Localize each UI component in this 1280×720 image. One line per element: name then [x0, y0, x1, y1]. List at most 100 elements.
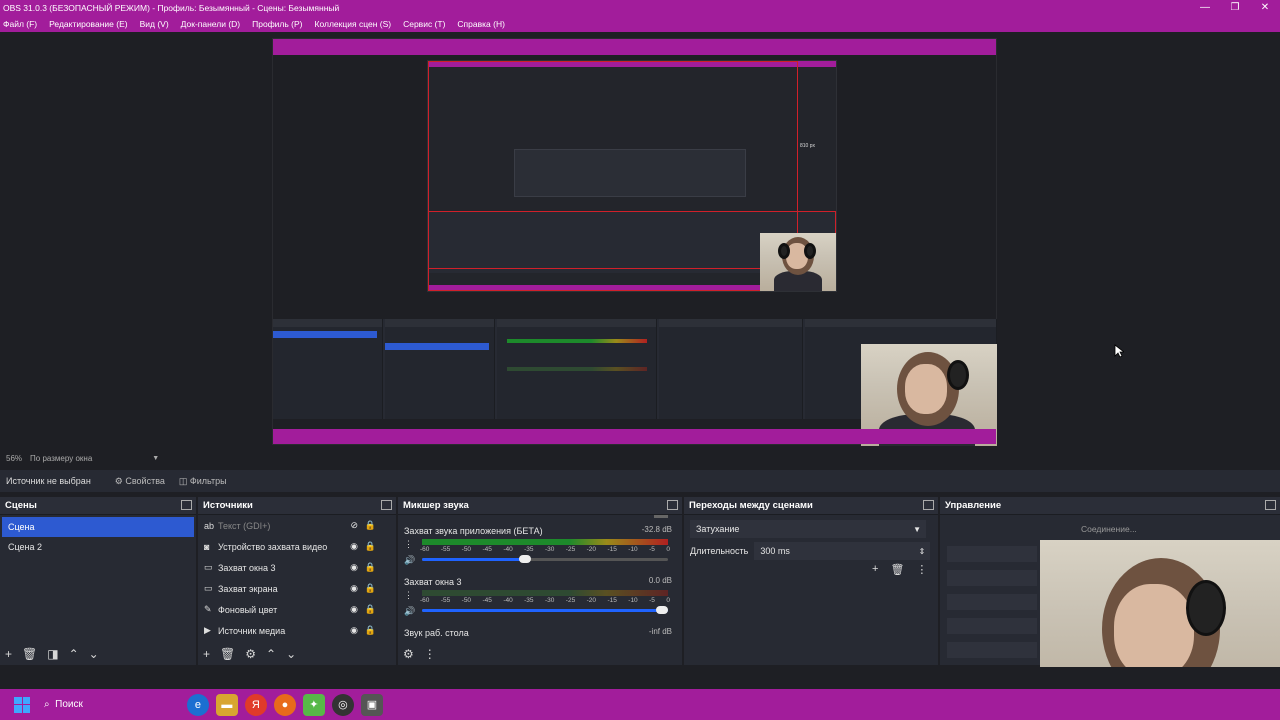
gear-icon: ⚙ — [114, 475, 126, 486]
kebab-menu-icon[interactable]: ⋮ — [404, 539, 413, 550]
sources-dock: Источники ab Текст (GDI+) ⊘ 🔒 ◙ Устройство з… — [198, 497, 396, 665]
duration-spinbox[interactable]: 300 ms ⇕ — [754, 542, 931, 560]
mouse-cursor-icon — [1114, 344, 1124, 358]
zoom-level: 56% — [6, 453, 23, 463]
menu-edit[interactable]: Редактирование (E) — [49, 19, 127, 29]
eye-icon[interactable]: ◉ — [350, 604, 358, 615]
scene-item[interactable]: Сцена — [2, 517, 194, 537]
eye-icon[interactable]: ◉ — [350, 625, 358, 636]
gear-icon[interactable]: ⚙ — [245, 647, 256, 661]
undock-icon[interactable] — [381, 500, 392, 510]
scene-filter-icon[interactable]: ◨ — [47, 647, 58, 661]
audio-mixer-dock: Микшер звука Захват звука приложения (БЕ… — [398, 497, 682, 665]
trash-icon[interactable]: 🗑 — [220, 647, 235, 661]
app-icon[interactable]: ✦ — [302, 693, 325, 716]
spin-arrows-icon: ⇕ — [918, 546, 926, 556]
kebab-menu-icon[interactable]: ⋮ — [916, 563, 927, 576]
eye-icon[interactable]: ◉ — [350, 562, 358, 573]
file-explorer-icon[interactable]: ▬ — [215, 693, 238, 716]
volume-slider[interactable] — [422, 555, 668, 563]
edge-browser-icon[interactable]: e — [186, 693, 209, 716]
undock-icon[interactable] — [181, 500, 192, 510]
undock-icon[interactable] — [667, 500, 678, 510]
add-icon[interactable]: + — [203, 647, 210, 661]
studio-mode-button[interactable] — [947, 618, 1037, 634]
obs-icon[interactable]: ◎ — [331, 693, 354, 716]
taskbar-search[interactable]: ⌕ Поиск — [44, 699, 83, 710]
properties-button[interactable]: ⚙ Свойства — [115, 476, 165, 487]
mixer-channel: Захват звука приложения (БЕТА) -32.8 dB … — [404, 525, 672, 566]
start-streaming-button[interactable] — [947, 546, 1037, 562]
menu-scene-collection[interactable]: Коллекция сцен (S) — [315, 19, 392, 29]
play-icon: ▶ — [204, 625, 211, 635]
close-button[interactable]: ✕ — [1250, 0, 1280, 15]
mixer-channel: Захват окна 3 0.0 dB ⋮ -60 -55 -50 -45 -40 -3… — [404, 576, 672, 617]
trash-icon[interactable]: 🗑 — [22, 647, 37, 661]
add-icon[interactable]: + — [5, 647, 12, 661]
lock-icon[interactable]: 🔒 — [365, 562, 376, 573]
speaker-icon[interactable]: 🔊 — [404, 555, 415, 566]
firefox-icon[interactable]: ● — [273, 693, 296, 716]
scrollbar[interactable] — [654, 515, 668, 518]
yandex-browser-icon[interactable]: Я — [244, 693, 267, 716]
dock-header: Управление — [940, 497, 1280, 515]
volume-meter — [422, 539, 668, 545]
settings-button[interactable] — [947, 642, 1037, 658]
lock-icon[interactable]: 🔒 — [365, 520, 376, 531]
maximize-button[interactable]: ❐ — [1220, 0, 1250, 15]
lock-icon[interactable]: 🔒 — [365, 583, 376, 594]
menu-tools[interactable]: Сервис (T) — [403, 19, 445, 29]
search-icon: ⌕ — [44, 699, 56, 710]
mixer-channel: Звук раб. стола -inf dB — [404, 627, 672, 638]
volume-meter — [422, 590, 668, 596]
lock-icon[interactable]: 🔒 — [365, 541, 376, 552]
trash-icon[interactable]: 🗑 — [890, 563, 904, 576]
eye-icon[interactable]: ◉ — [350, 583, 358, 594]
move-up-icon[interactable]: ⌃ — [69, 647, 79, 661]
advanced-audio-icon[interactable]: ⚙ — [403, 647, 414, 661]
hidden-eye-icon[interactable]: ⊘ — [350, 520, 358, 531]
move-down-icon[interactable]: ⌄ — [89, 647, 99, 661]
meter-scale: -60 -55 -50 -45 -40 -35 -30 -25 -20 -15 -10 -5 0 — [420, 597, 670, 604]
menu-profile[interactable]: Профиль (P) — [252, 19, 302, 29]
status-bar — [0, 667, 1280, 689]
add-icon[interactable]: + — [872, 563, 878, 576]
speaker-icon[interactable]: 🔊 — [404, 606, 415, 617]
kebab-menu-icon[interactable]: ⋮ — [404, 590, 413, 601]
minimize-button[interactable]: — — [1190, 0, 1220, 15]
source-item[interactable]: ▭ Захват экрана ◉ 🔒 — [198, 578, 396, 599]
virtual-camera-button[interactable] — [947, 594, 1037, 610]
filters-button[interactable]: ◫ Фильтры — [179, 476, 227, 487]
chevron-down-icon[interactable]: ▼ — [152, 455, 159, 462]
eye-icon[interactable]: ◉ — [350, 541, 358, 552]
source-item[interactable]: ab Текст (GDI+) ⊘ 🔒 — [198, 515, 396, 536]
app-icon[interactable]: ▣ — [360, 693, 383, 716]
menu-help[interactable]: Справка (H) — [457, 19, 505, 29]
source-item[interactable]: ◙ Устройство захвата видео ◉ 🔒 — [198, 536, 396, 557]
scale-mode-select[interactable]: По размеру окна — [30, 454, 92, 463]
undock-icon[interactable] — [923, 500, 934, 510]
windows-start-icon[interactable] — [14, 696, 30, 713]
menu-view[interactable]: Вид (V) — [140, 19, 169, 29]
source-toolbar: Источник не выбран ⚙ Свойства ◫ Фильтры — [0, 470, 1280, 492]
kebab-menu-icon[interactable]: ⋮ — [424, 647, 436, 661]
nested-webcam — [760, 233, 836, 291]
window-title: OBS 31.0.3 (БЕЗОПАСНЫЙ РЕЖИМ) - Профиль:… — [3, 2, 340, 13]
volume-slider[interactable] — [422, 606, 668, 614]
move-down-icon[interactable]: ⌄ — [286, 647, 296, 661]
menu-file[interactable]: Файл (F) — [3, 19, 37, 29]
move-up-icon[interactable]: ⌃ — [266, 647, 276, 661]
scene-item[interactable]: Сцена 2 — [2, 537, 194, 557]
title-bar: OBS 31.0.3 (БЕЗОПАСНЫЙ РЕЖИМ) - Профиль:… — [0, 0, 1280, 15]
duration-label: Длительность — [690, 546, 749, 556]
lock-icon[interactable]: 🔒 — [365, 604, 376, 615]
dock-header: Сцены — [0, 497, 196, 515]
source-item[interactable]: ▶ Источник медиа ◉ 🔒 — [198, 620, 396, 641]
lock-icon[interactable]: 🔒 — [365, 625, 376, 636]
source-item[interactable]: ✎ Фоновый цвет ◉ 🔒 — [198, 599, 396, 620]
source-item[interactable]: ▭ Захват окна 3 ◉ 🔒 — [198, 557, 396, 578]
undock-icon[interactable] — [1265, 500, 1276, 510]
menu-docks[interactable]: Док-панели (D) — [181, 19, 240, 29]
start-recording-button[interactable] — [947, 570, 1037, 586]
transition-type-select[interactable]: Затухание ▼ — [690, 520, 926, 538]
